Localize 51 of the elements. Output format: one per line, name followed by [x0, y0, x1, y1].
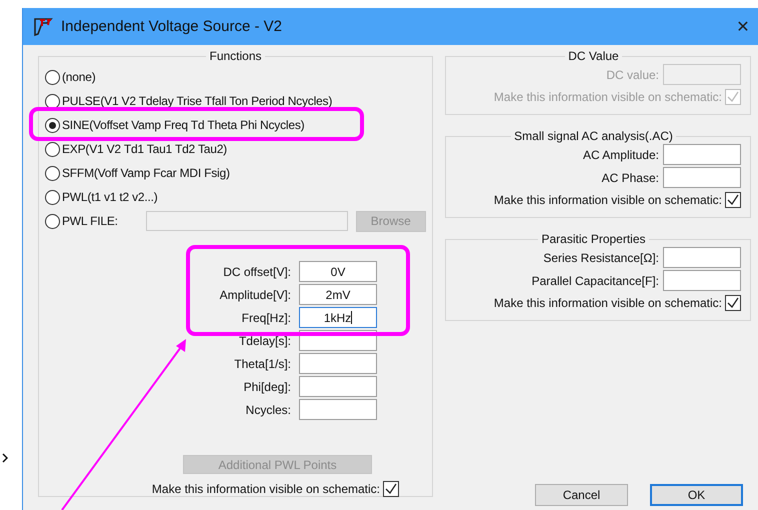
input-field[interactable]: 2mV — [299, 284, 377, 305]
checkbox-label: Make this information visible on schematic: — [494, 296, 722, 310]
field-label: AC Amplitude: — [582, 148, 659, 162]
radio-button[interactable] — [45, 166, 60, 180]
close-button[interactable]: ✕ — [730, 14, 756, 40]
field-label: Freq[Hz]: — [242, 310, 291, 324]
group-title: Functions — [208, 49, 263, 63]
group-title: Parasitic Properties — [540, 232, 647, 246]
input-field[interactable] — [299, 399, 377, 420]
field-label: Parallel Capacitance[F]: — [532, 274, 659, 288]
radio-label[interactable]: PWL(t1 v1 t2 v2...) — [62, 190, 158, 204]
window-title: Independent Voltage Source - V2 — [61, 18, 284, 35]
input-field[interactable]: 0V — [299, 261, 377, 282]
app-logo-icon — [33, 16, 53, 36]
radio-label[interactable]: (none) — [62, 70, 96, 84]
checkbox[interactable] — [383, 481, 399, 497]
input-field[interactable] — [299, 353, 377, 374]
radio-label[interactable]: PULSE(V1 V2 Tdelay Trise Tfall Ton Period Ncycles) — [62, 94, 332, 108]
checkbox-label: Make this information visible on schematic: — [494, 193, 722, 207]
field-label: Theta[1/s]: — [234, 356, 291, 370]
checkbox[interactable] — [725, 295, 741, 311]
radio-button[interactable] — [45, 118, 60, 132]
group-title: DC Value — [567, 49, 620, 63]
radio-button[interactable] — [45, 70, 60, 84]
chevron-icon — [2, 453, 8, 463]
radio-button[interactable] — [45, 190, 60, 204]
input-field[interactable] — [663, 270, 741, 291]
radio-label[interactable]: EXP(V1 V2 Td1 Tau1 Td2 Tau2) — [62, 142, 227, 156]
input-field[interactable] — [299, 376, 377, 397]
radio-label[interactable]: SFFM(Voff Vamp Fcar MDI Fsig) — [62, 166, 230, 180]
checkbox-label: Make this information visible on schematic: — [494, 90, 722, 104]
field-label: DC value: — [606, 68, 659, 82]
radio-button[interactable] — [45, 142, 60, 156]
field-label: Series Resistance[Ω]: — [543, 250, 659, 264]
checkbox-label: Make this information visible on schematic: — [152, 482, 380, 496]
field-label: DC offset[V]: — [223, 264, 291, 278]
radio-label[interactable]: SINE(Voffset Vamp Freq Td Theta Phi Ncycles) — [62, 118, 304, 132]
dialog-button[interactable]: OK — [650, 484, 743, 506]
field-label: Ncycles: — [246, 402, 291, 416]
field-label: Phi[deg]: — [244, 380, 291, 394]
input-field[interactable] — [663, 247, 741, 268]
input-field[interactable] — [663, 144, 741, 165]
input-field[interactable]: 1kHz — [299, 307, 377, 328]
group-title: Small signal AC analysis(.AC) — [513, 129, 674, 143]
field-label: Amplitude[V]: — [220, 288, 291, 302]
field-label: Tdelay[s]: — [238, 334, 291, 348]
dialog-button[interactable]: Cancel — [535, 484, 628, 506]
checkbox[interactable] — [725, 192, 741, 208]
radio-button[interactable] — [45, 94, 60, 108]
input-field[interactable] — [663, 167, 741, 188]
field-label: AC Phase: — [602, 170, 659, 184]
